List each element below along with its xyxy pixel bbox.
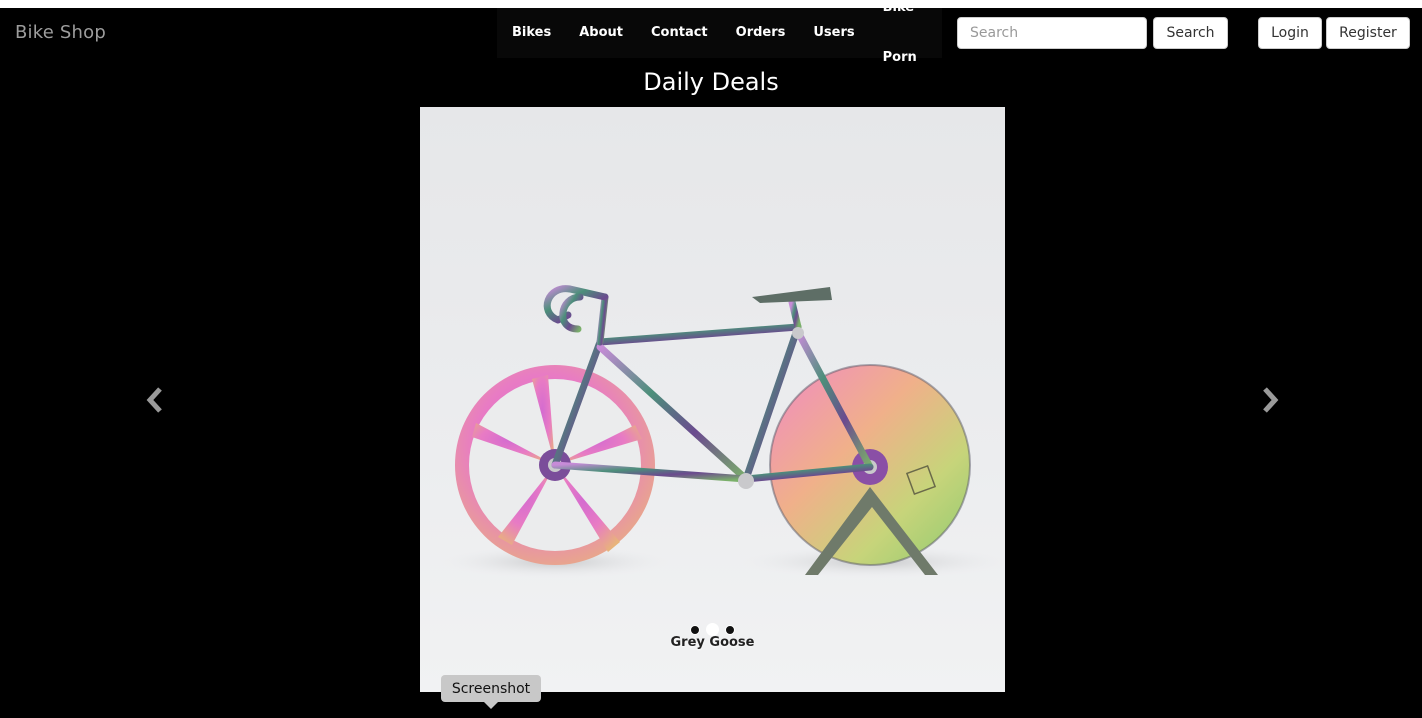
chevron-left-icon (146, 387, 162, 413)
nav-link-users[interactable]: Users (799, 8, 868, 58)
chevron-right-icon (1263, 387, 1279, 413)
nav-link-orders[interactable]: Orders (722, 8, 800, 58)
search-button[interactable]: Search (1153, 17, 1228, 49)
screenshot-tooltip: Screenshot (441, 675, 541, 702)
navbar: Bike Shop Bikes About Contact Orders Use… (0, 0, 1422, 65)
carousel-indicator-1[interactable] (690, 624, 700, 635)
nav-links: Bikes About Contact Orders Users Bike Po… (497, 0, 942, 65)
login-button[interactable]: Login (1258, 17, 1322, 49)
brand-logo[interactable]: Bike Shop (15, 22, 106, 43)
carousel-prev-button[interactable] (140, 385, 170, 415)
bike-image (440, 285, 1005, 578)
deals-carousel: Grey Goose (420, 107, 1005, 692)
tooltip-pointer (484, 702, 498, 709)
carousel-caption: Grey Goose (670, 635, 755, 650)
nav-link-bikes[interactable]: Bikes (497, 8, 565, 58)
nav-link-about[interactable]: About (565, 8, 637, 58)
carousel-next-button[interactable] (1255, 385, 1285, 415)
page-title: Daily Deals (643, 68, 779, 96)
nav-link-contact[interactable]: Contact (637, 8, 722, 58)
search-input[interactable] (957, 17, 1147, 49)
carousel-indicator-3[interactable] (725, 624, 735, 635)
top-strip (0, 0, 1422, 8)
register-button[interactable]: Register (1326, 17, 1410, 49)
